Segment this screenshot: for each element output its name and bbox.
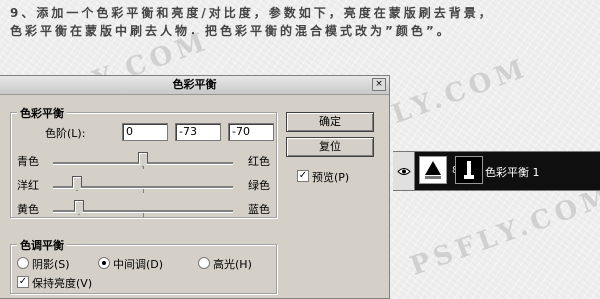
red-label: 红色 bbox=[248, 155, 270, 168]
levels-label: 色阶(L): bbox=[45, 127, 86, 140]
midtones-radio[interactable] bbox=[98, 257, 110, 269]
blue-label: 蓝色 bbox=[248, 203, 270, 216]
level-cyan-red-input[interactable]: 0 bbox=[122, 123, 168, 141]
preserve-luminosity-checkbox[interactable]: ✓ bbox=[17, 276, 29, 288]
preview-label[interactable]: 预览(P) bbox=[312, 169, 349, 185]
slider-center-tick bbox=[143, 213, 144, 217]
level-magenta-green-input[interactable]: -73 bbox=[175, 123, 221, 141]
yellow-label: 黄色 bbox=[17, 203, 39, 216]
eye-icon[interactable] bbox=[393, 152, 415, 190]
shadows-label[interactable]: 阴影(S) bbox=[32, 256, 70, 272]
color-balance-group-title: 色彩平衡 bbox=[17, 105, 67, 121]
tone-balance-group: 色调平衡 阴影(S) 中间调(D) 高光(H) ✓ 保持亮度(V) bbox=[10, 237, 277, 294]
tone-balance-group-title: 色调平衡 bbox=[17, 237, 67, 253]
cyan-label: 青色 bbox=[17, 155, 39, 168]
layer-mask-thumbnail[interactable] bbox=[455, 156, 483, 184]
layer-name: 色彩平衡 1 bbox=[485, 166, 540, 179]
dialog-title: 色彩平衡 bbox=[172, 78, 217, 91]
instruction-text: 9、添加一个色彩平衡和亮度/对比度，参数如下，亮度在蒙版刷去背景， 色彩平衡在蒙… bbox=[10, 4, 595, 40]
dialog-title-bar[interactable]: 色彩平衡 bbox=[0, 76, 389, 95]
highlights-radio[interactable] bbox=[198, 257, 210, 269]
level-yellow-blue-input[interactable]: -70 bbox=[228, 123, 274, 141]
color-balance-group: 色彩平衡 色阶(L): 0 -73 -70 青色 红色 洋红 绿色 黄色 蓝色 bbox=[10, 105, 277, 218]
color-balance-dialog: 色彩平衡 × 色彩平衡 色阶(L): 0 -73 -70 青色 红色 洋红 绿色… bbox=[0, 75, 390, 299]
highlights-label[interactable]: 高光(H) bbox=[213, 256, 252, 272]
preserve-luminosity-label[interactable]: 保持亮度(V) bbox=[32, 275, 92, 291]
shadows-radio[interactable] bbox=[17, 257, 29, 269]
layer-row-color-balance[interactable]: 8 色彩平衡 1 bbox=[393, 151, 600, 191]
close-icon[interactable]: × bbox=[372, 78, 386, 91]
watermark: PSFLY.COM bbox=[406, 180, 600, 282]
slider-center-tick bbox=[143, 189, 144, 193]
adjustment-icon[interactable] bbox=[419, 156, 447, 184]
green-label: 绿色 bbox=[248, 179, 270, 192]
magenta-label: 洋红 bbox=[17, 179, 39, 192]
instruction-line-2: 色彩平衡在蒙版中刷去人物，把色彩平衡的混合模式改为”颜色”。 bbox=[10, 24, 452, 38]
midtones-label[interactable]: 中间调(D) bbox=[113, 256, 163, 272]
instruction-line-1: 9、添加一个色彩平衡和亮度/对比度，参数如下，亮度在蒙版刷去背景， bbox=[10, 6, 494, 20]
reset-button[interactable]: 复位 bbox=[286, 137, 374, 157]
preview-checkbox[interactable]: ✓ bbox=[297, 170, 309, 182]
ok-button[interactable]: 确定 bbox=[286, 112, 374, 132]
